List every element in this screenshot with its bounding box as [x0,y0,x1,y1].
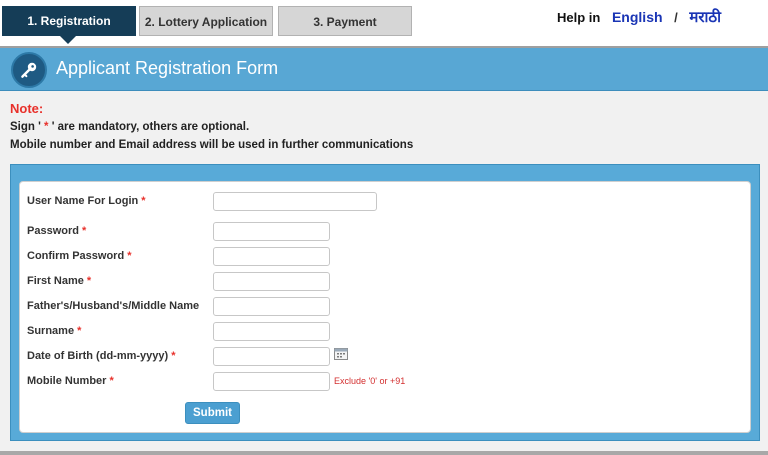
mobile-number-hint: Exclude '0' or +91 [334,376,406,386]
registration-form-frame: User Name For Login * Password * Confirm P… [10,164,760,441]
mobile-number-input[interactable] [213,372,330,391]
page-title: Applicant Registration Form [56,58,279,78]
step-label: 3. Payment [313,15,377,29]
field-row-mobile-number: Mobile Number * Exclude '0' or +91 [20,372,752,392]
language-link-marathi[interactable]: मराठी [689,9,721,26]
field-row-confirm-password: Confirm Password * [20,247,752,267]
key-icon [11,52,47,88]
submit-button[interactable]: Submit [185,402,240,424]
username-input[interactable] [213,192,377,211]
field-label: User Name For Login * [27,195,146,207]
first-name-input[interactable] [213,272,330,291]
required-marker: * [127,250,132,262]
password-input[interactable] [213,222,330,241]
main-content: Note: Sign ' * ' are mandatory, others a… [0,91,768,455]
steps-bar: 1. Registration 2. Lottery Application 3… [0,0,768,46]
field-row-first-name: First Name * [20,272,752,292]
required-marker: * [171,350,176,362]
calendar-icon[interactable] [334,348,348,360]
field-label: Mobile Number * [27,375,114,387]
required-marker: * [86,275,92,287]
field-label: Password * [27,225,87,237]
required-marker: * [77,325,82,337]
field-row-username: User Name For Login * [20,192,752,212]
field-row-middle-name: Father's/Husband's/Middle Name [20,297,752,317]
step-label: 1. Registration [27,14,111,28]
required-marker: * [81,225,87,237]
language-separator: / [674,10,678,25]
middle-name-input[interactable] [213,297,330,316]
surname-input[interactable] [213,322,330,341]
field-label: First Name * [27,275,92,287]
field-label: Confirm Password * [27,250,132,262]
required-star: * [40,121,52,133]
step-lottery-application[interactable]: 2. Lottery Application [139,6,273,36]
footer-divider [0,451,768,455]
registration-form: User Name For Login * Password * Confirm P… [19,181,751,433]
step-registration[interactable]: 1. Registration [2,6,136,44]
note-mandatory-text: Sign ' * ' are mandatory, others are opt… [10,121,250,133]
language-link-english[interactable]: English [612,9,663,25]
help-label: Help in [557,10,601,25]
help-language-switcher: Help in English / मराठी [557,7,721,27]
required-marker: * [109,375,114,387]
field-label: Father's/Husband's/Middle Name [27,300,200,312]
date-of-birth-input[interactable] [213,347,330,366]
field-label: Date of Birth (dd-mm-yyyy) * [27,350,176,362]
step-payment[interactable]: 3. Payment [278,6,412,36]
form-title-banner: Applicant Registration Form [0,48,768,91]
active-step-pointer [60,36,76,44]
field-row-date-of-birth: Date of Birth (dd-mm-yyyy) * [20,347,752,367]
field-row-surname: Surname * [20,322,752,342]
step-label: 2. Lottery Application [144,15,268,29]
field-row-password: Password * [20,222,752,242]
note-communication-text: Mobile number and Email address will be … [10,139,414,151]
field-label: Surname * [27,325,82,337]
confirm-password-input[interactable] [213,247,330,266]
required-marker: * [141,195,146,207]
note-title: Note: [10,101,44,116]
